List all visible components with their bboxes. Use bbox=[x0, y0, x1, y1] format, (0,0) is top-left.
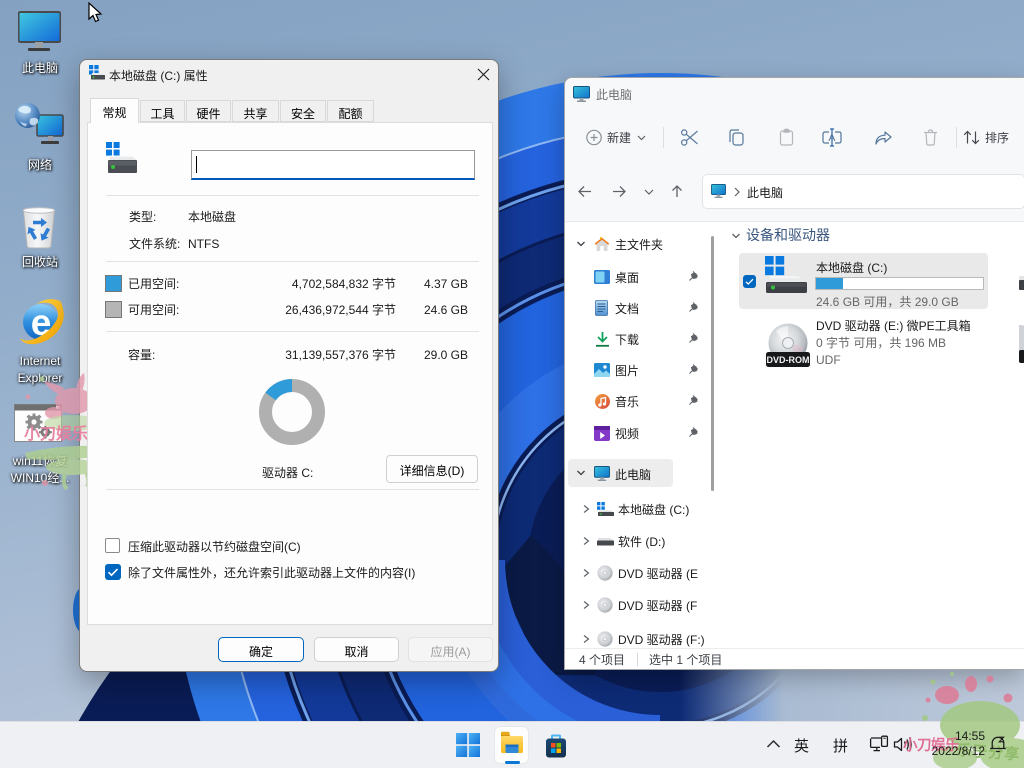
svg-text:小刀娱乐: 小刀娱乐 bbox=[24, 420, 88, 444]
svg-text:DVD-ROM: DVD-ROM bbox=[767, 355, 810, 365]
svg-text:A: A bbox=[828, 132, 835, 144]
